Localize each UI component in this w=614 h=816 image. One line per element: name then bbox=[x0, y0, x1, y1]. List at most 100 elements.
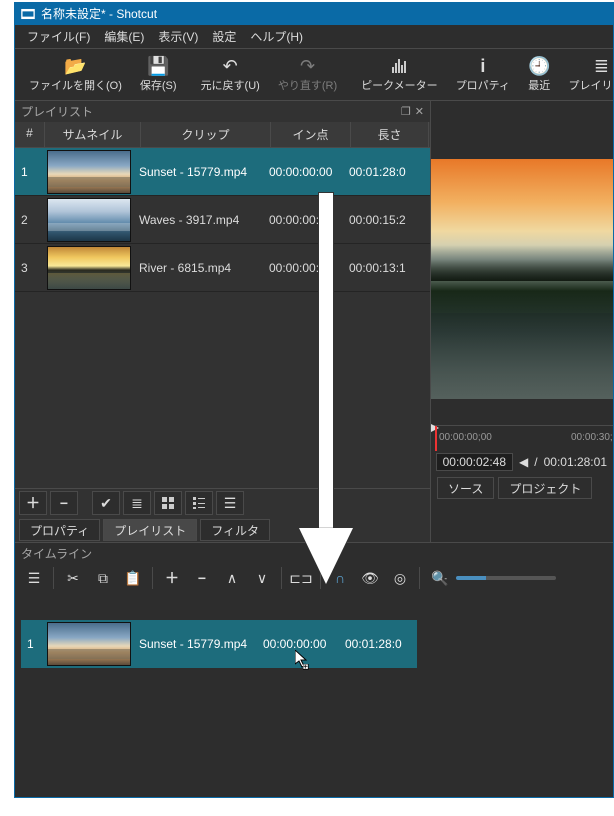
row-len: 00:00:13:1 bbox=[343, 261, 421, 275]
timecode-total: 00:01:28:01 bbox=[544, 455, 607, 469]
playlist-row[interactable]: 1Sunset - 15779.mp400:00:00:0000:01:28:0 bbox=[15, 148, 430, 196]
app-logo-icon bbox=[21, 7, 35, 21]
redo-icon: ↷ bbox=[300, 56, 315, 76]
row-thumb bbox=[47, 246, 131, 290]
save-button[interactable]: 💾 保存(S) bbox=[132, 51, 185, 99]
detail-view-button[interactable] bbox=[185, 491, 213, 515]
window-title: 名称未設定* - Shotcut bbox=[41, 3, 157, 25]
tab-playlist[interactable]: プレイリスト bbox=[103, 519, 197, 541]
preview-viewport[interactable] bbox=[431, 159, 613, 399]
menu-edit[interactable]: 編集(E) bbox=[98, 26, 150, 47]
scrub-tick-0: 00:00:00;00 bbox=[439, 432, 492, 443]
paste-button[interactable]: 📋 bbox=[120, 566, 146, 590]
redo-label: やり直す(R) bbox=[278, 77, 337, 93]
col-in[interactable]: イン点 bbox=[271, 122, 351, 147]
save-icon: 💾 bbox=[147, 56, 169, 76]
col-clip[interactable]: クリップ bbox=[141, 122, 271, 147]
timeline-menu-button[interactable]: ☰ bbox=[21, 566, 47, 590]
titlebar: 名称未設定* - Shotcut bbox=[15, 3, 613, 25]
preview-scrubber[interactable]: 00:00:00;00 00:00:30;00 bbox=[431, 425, 613, 451]
lift-button[interactable]: ∧ bbox=[219, 566, 245, 590]
grid-view-button[interactable] bbox=[154, 491, 182, 515]
menu-more-button[interactable]: ☰ bbox=[216, 491, 244, 515]
timeline-clip-in: 00:00:00:00 bbox=[257, 637, 339, 651]
timeline-panel: タイムライン ☰ ✂ ⧉ 📋 ＋ − ∧ ∨ ⊏⊐ ∩ 👁 ◎ 🔍- 1 bbox=[15, 542, 613, 728]
row-num: 3 bbox=[15, 261, 45, 275]
timeline-clip-name: Sunset - 15779.mp4 bbox=[133, 637, 257, 651]
timeline-clip[interactable]: 1 Sunset - 15779.mp4 00:00:00:00 00:01:2… bbox=[21, 620, 417, 668]
menu-file[interactable]: ファイル(F) bbox=[21, 26, 96, 47]
row-num: 1 bbox=[15, 165, 45, 179]
col-thumb[interactable]: サムネイル bbox=[45, 122, 141, 147]
playlist-row[interactable]: 2Waves - 3917.mp400:00:00:0000:00:15:2 bbox=[15, 196, 430, 244]
tab-project[interactable]: プロジェクト bbox=[498, 477, 592, 499]
properties-label: プロパティ bbox=[456, 77, 510, 93]
properties-button[interactable]: i プロパティ bbox=[448, 51, 518, 99]
row-thumb bbox=[47, 198, 131, 242]
undock-icon[interactable]: ❐ bbox=[401, 105, 411, 118]
playhead-line bbox=[435, 426, 437, 451]
row-thumb bbox=[47, 150, 131, 194]
timeline-clip-num: 1 bbox=[21, 637, 45, 651]
playlist-label: プレイリスト bbox=[568, 77, 614, 93]
row-len: 00:00:15:2 bbox=[343, 213, 421, 227]
middle-area: プレイリスト ❐ ✕ # サムネイル クリップ イン点 長さ 1 Sunset -… bbox=[15, 101, 613, 542]
undo-button[interactable]: ↶ 元に戻す(U) bbox=[193, 51, 268, 99]
zoom-out-button[interactable]: 🔍- bbox=[426, 566, 452, 590]
col-len[interactable]: 長さ bbox=[351, 122, 429, 147]
remove-button[interactable]: − bbox=[50, 491, 78, 515]
undo-icon: ↶ bbox=[223, 56, 238, 76]
timeline-track-area[interactable]: 1 Sunset - 15779.mp4 00:00:00:00 00:01:2… bbox=[15, 592, 613, 728]
timecode-current[interactable]: 00:00:02:48 bbox=[436, 453, 513, 471]
preview-tabs: ソース プロジェクト bbox=[431, 473, 613, 503]
snap-button[interactable]: ∩ bbox=[327, 566, 353, 590]
menu-help[interactable]: ヘルプ(H) bbox=[244, 26, 309, 47]
scrub-audio-button[interactable]: 👁 bbox=[357, 566, 383, 590]
peakmeter-label: ピークメーター bbox=[361, 77, 438, 93]
row-clip: Waves - 3917.mp4 bbox=[133, 213, 263, 227]
row-clip: Sunset - 15779.mp4 bbox=[133, 165, 263, 179]
playlist-row[interactable]: 3River - 6815.mp400:00:00:0000:00:13:1 bbox=[15, 244, 430, 292]
timecode-separator: / bbox=[534, 455, 537, 469]
playlist-header: プレイリスト ❐ ✕ bbox=[15, 101, 430, 122]
tab-properties[interactable]: プロパティ bbox=[19, 519, 100, 541]
split-button[interactable]: ⊏⊐ bbox=[288, 566, 314, 590]
playlist-grid-body[interactable]: 1 Sunset - 15779.mp4 00:00:00:00 00:01:28:0… bbox=[15, 148, 430, 488]
row-num: 2 bbox=[15, 213, 45, 227]
copy-button[interactable]: ⧉ bbox=[90, 566, 116, 590]
zoom-slider[interactable] bbox=[456, 576, 556, 580]
recent-label: 最近 bbox=[528, 77, 550, 93]
clock-icon: 🕘 bbox=[528, 56, 550, 76]
prev-frame-icon[interactable]: ◀ bbox=[519, 455, 528, 469]
list-view-button[interactable]: ≣ bbox=[123, 491, 151, 515]
info-icon: i bbox=[480, 56, 485, 76]
open-file-label: ファイルを開く(O) bbox=[29, 77, 122, 93]
add-button[interactable]: ＋ bbox=[19, 491, 47, 515]
tab-filter[interactable]: フィルタ bbox=[200, 519, 270, 541]
main-toolbar: 📂 ファイルを開く(O) 💾 保存(S) ↶ 元に戻す(U) ↷ やり直す(R)… bbox=[15, 49, 613, 101]
preview-panel: 00:00:00;00 00:00:30;00 00:00:02:48 ◀ / … bbox=[431, 101, 613, 542]
redo-button[interactable]: ↷ やり直す(R) bbox=[270, 51, 345, 99]
peakmeter-button[interactable]: ピークメーター bbox=[353, 51, 446, 99]
check-button[interactable]: ✔ bbox=[92, 491, 120, 515]
menu-view[interactable]: 表示(V) bbox=[152, 26, 204, 47]
playlist-button[interactable]: ≣ プレイリスト bbox=[560, 51, 614, 99]
app-window: 名称未設定* - Shotcut ファイル(F) 編集(E) 表示(V) 設定 … bbox=[14, 2, 614, 798]
tab-source[interactable]: ソース bbox=[437, 477, 494, 499]
row-in: 00:00:00:00 bbox=[263, 261, 343, 275]
append-button[interactable]: ＋ bbox=[159, 566, 185, 590]
menu-settings[interactable]: 設定 bbox=[206, 26, 242, 47]
playlist-tools: ＋ − ✔ ≣ ☰ プロパティ プレイリスト フィルタ bbox=[15, 488, 430, 542]
peakmeter-icon bbox=[390, 56, 408, 76]
ripple-button[interactable]: ◎ bbox=[387, 566, 413, 590]
overwrite-button[interactable]: ∨ bbox=[249, 566, 275, 590]
close-icon[interactable]: ✕ bbox=[415, 105, 424, 118]
open-file-button[interactable]: 📂 ファイルを開く(O) bbox=[21, 51, 130, 99]
delete-button[interactable]: − bbox=[189, 566, 215, 590]
col-num[interactable]: # bbox=[15, 122, 45, 147]
row-len: 00:01:28:0 bbox=[343, 165, 421, 179]
timecode-bar: 00:00:02:48 ◀ / 00:01:28:01 bbox=[431, 451, 613, 473]
cut-button[interactable]: ✂ bbox=[60, 566, 86, 590]
recent-button[interactable]: 🕘 最近 bbox=[520, 51, 558, 99]
timeline-title: タイムライン bbox=[15, 543, 613, 564]
